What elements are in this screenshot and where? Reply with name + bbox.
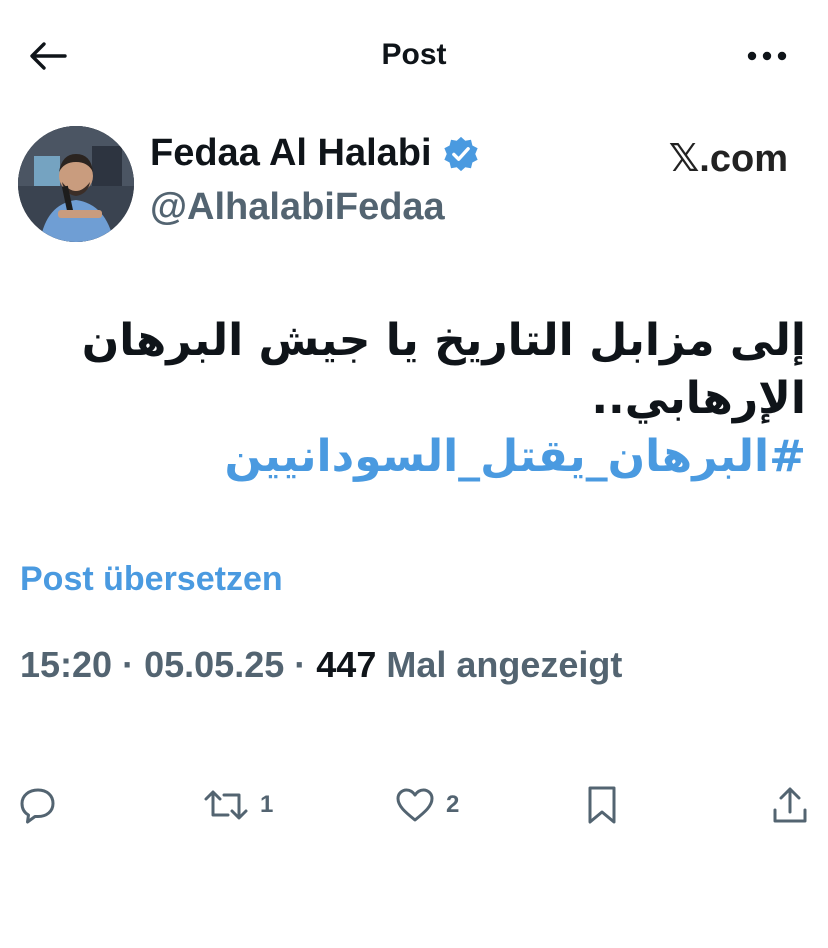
like-count: 2 bbox=[446, 791, 460, 818]
tweet-line: الإرهابي.. bbox=[591, 373, 806, 424]
verified-badge-icon bbox=[443, 136, 478, 171]
views-count: 447 bbox=[316, 644, 377, 685]
author-display-name[interactable]: Fedaa Al Halabi bbox=[150, 132, 480, 175]
translate-post-link[interactable]: Post übersetzen bbox=[20, 560, 283, 599]
page-title: Post bbox=[381, 38, 447, 71]
author-name-text: Fedaa Al Halabi bbox=[150, 132, 432, 174]
post-meta: 15:20 · 05.05.25 · 447 Mal angezeigt bbox=[20, 644, 622, 686]
repost-count: 1 bbox=[260, 791, 274, 818]
tweet-text: إلى مزابل التاريخ يا جيش البرهان الإرهاب… bbox=[40, 312, 806, 486]
more-options-button[interactable] bbox=[742, 36, 792, 76]
bookmark-icon bbox=[588, 786, 616, 824]
top-bar: Post bbox=[0, 0, 828, 112]
share-button[interactable] bbox=[770, 780, 810, 830]
meta-separator: · bbox=[122, 644, 135, 685]
action-bar: 1 2 bbox=[0, 780, 828, 830]
heart-icon bbox=[396, 788, 434, 822]
like-button[interactable]: 2 bbox=[394, 780, 459, 830]
repost-icon bbox=[204, 790, 248, 820]
bookmark-button[interactable] bbox=[584, 780, 620, 830]
hashtag-link[interactable]: #البرهان_يقتل_السودانيين bbox=[40, 428, 806, 486]
more-horizontal-icon bbox=[747, 51, 787, 61]
author-handle[interactable]: @AlhalabiFedaa bbox=[150, 186, 445, 229]
views-label: Mal angezeigt bbox=[386, 644, 623, 685]
share-icon bbox=[773, 787, 807, 823]
x-watermark: 𝕏.com bbox=[668, 138, 788, 180]
reply-button[interactable] bbox=[18, 780, 58, 830]
avatar[interactable] bbox=[18, 126, 134, 242]
repost-button[interactable]: 1 bbox=[202, 780, 273, 830]
post-time[interactable]: 15:20 bbox=[20, 644, 112, 685]
post-date[interactable]: 05.05.25 bbox=[144, 644, 284, 685]
avatar-image bbox=[18, 126, 134, 242]
reply-icon bbox=[20, 788, 55, 824]
tweet-line: إلى مزابل التاريخ يا جيش البرهان bbox=[81, 315, 806, 366]
meta-separator: · bbox=[294, 644, 307, 685]
